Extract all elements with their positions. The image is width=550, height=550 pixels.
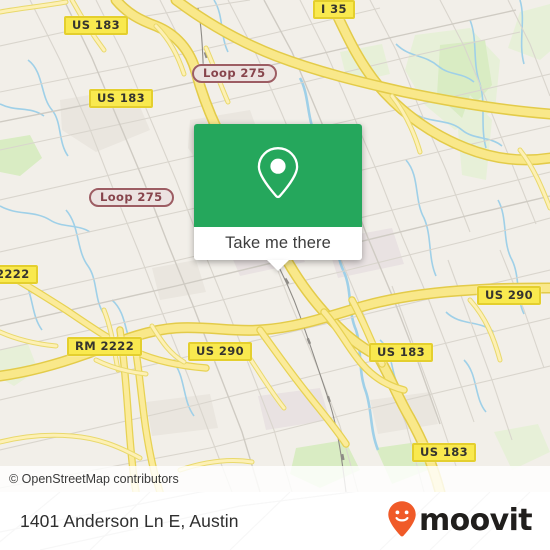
map-label-loop-275-top: Loop 275: [192, 64, 277, 83]
address-label: 1401 Anderson Ln E, Austin: [20, 510, 239, 531]
map-label-loop-275-mid: Loop 275: [89, 188, 174, 207]
moovit-smiley-pin-logo-icon: [387, 500, 417, 543]
moovit-brand: moovit: [387, 500, 550, 543]
attribution-text: © OpenStreetMap contributors: [9, 472, 179, 486]
map-label-rm-2222: RM 2222: [67, 337, 143, 356]
moovit-wordmark: moovit: [418, 503, 533, 538]
take-me-there-button[interactable]: Take me there: [194, 227, 362, 271]
bottom-info-bar: 1401 Anderson Ln E, Austin moovit: [0, 492, 550, 550]
map-label-us-290-right: US 290: [477, 286, 542, 305]
callout-tail: [267, 260, 289, 271]
map-label-us-183-top: US 183: [64, 16, 129, 35]
map-label-us-290: US 290: [188, 342, 253, 361]
take-me-there-label: Take me there: [225, 234, 331, 252]
map-attribution: © OpenStreetMap contributors: [0, 466, 550, 492]
map-label-us-183-mid: US 183: [369, 343, 434, 362]
location-callout-card[interactable]: Take me there: [194, 124, 362, 271]
map-label-i-35: I 35: [313, 0, 355, 19]
map-label-us-183-low: US 183: [412, 443, 477, 462]
card-header: [194, 124, 362, 227]
map-label-us-183-upper: US 183: [89, 89, 154, 108]
map-screenshot: .bg { fill:#f2efe9; } .park { fill:#d9ec…: [0, 0, 550, 550]
map-label-rm-2222-left: 2222: [0, 265, 38, 284]
location-pin-icon: [255, 145, 301, 206]
